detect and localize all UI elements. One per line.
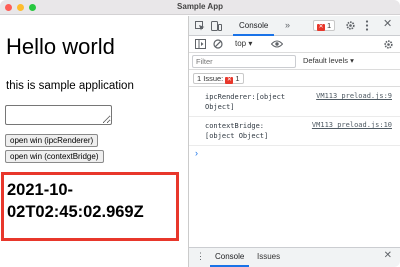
console-message: ipcRenderer:[object Object] VM113 preloa… — [189, 90, 400, 117]
filter-input[interactable] — [192, 55, 296, 68]
eye-icon[interactable] — [271, 40, 283, 48]
gear-icon[interactable] — [345, 20, 356, 31]
drawer-tab-issues[interactable]: Issues — [252, 248, 285, 267]
text-input[interactable] — [5, 105, 112, 125]
issues-row: 1 Issue: ✕ 1 — [189, 70, 400, 87]
console-message: contextBridge:[object Object] VM113 prel… — [189, 119, 400, 146]
inspect-icon[interactable] — [195, 21, 205, 31]
date-output-text: 2021-10-02T02:45:02.969Z — [7, 181, 144, 221]
app-window: Sample App Hello world this is sample ap… — [0, 0, 400, 267]
issue-error-icon: ✕ — [225, 77, 234, 84]
page-heading: Hello world — [6, 34, 115, 59]
date-output-box: 2021-10-02T02:45:02.969Z — [1, 172, 179, 241]
page-description: this is sample application — [6, 80, 134, 92]
devtools-tab-bar: Console » ✕ 1 ✕ — [189, 16, 400, 36]
window-title: Sample App — [177, 2, 223, 11]
console-toolbar: top ▾ — [189, 36, 400, 53]
more-tabs-button[interactable]: » — [285, 20, 290, 30]
kebab-menu-icon[interactable] — [365, 20, 369, 31]
error-count-badge[interactable]: ✕ 1 — [313, 20, 336, 31]
console-message-source-link[interactable]: VM113 preload.js:10 — [312, 121, 392, 129]
devtools-panel: Console » ✕ 1 ✕ top ▾ Filter Default lev… — [189, 16, 400, 267]
title-bar: Sample App — [0, 0, 400, 15]
log-levels-dropdown[interactable]: Default levels ▾ — [303, 56, 354, 65]
open-win-ipc-button[interactable]: open win (ipcRenderer) — [5, 134, 99, 147]
console-message-text: ipcRenderer:[object Object] — [205, 93, 290, 111]
issues-badge-label: 1 Issue: — [197, 74, 224, 83]
error-icon: ✕ — [317, 24, 325, 31]
tab-console[interactable]: Console — [233, 16, 275, 36]
drawer-menu-icon[interactable]: ⋮ — [196, 251, 205, 262]
filter-row: Default levels ▾ — [189, 53, 400, 70]
drawer-close-icon[interactable]: ✕ — [384, 250, 392, 261]
console-message-source-link[interactable]: VM113 preload.js:9 — [316, 92, 392, 100]
error-count: 1 — [327, 21, 332, 30]
clear-console-icon[interactable] — [213, 39, 223, 49]
console-prompt[interactable]: › — [195, 148, 198, 158]
context-selector[interactable]: top ▾ — [235, 39, 252, 48]
devtools-drawer: ⋮ Console Issues ✕ — [189, 247, 400, 267]
close-icon[interactable]: ✕ — [383, 19, 392, 30]
drawer-tab-console[interactable]: Console — [210, 248, 250, 267]
open-win-bridge-button[interactable]: open win (contextBridge) — [5, 150, 104, 163]
app-content: Hello world this is sample application o… — [0, 16, 188, 267]
console-message-text: contextBridge:[object Object] — [205, 122, 269, 140]
issues-badge[interactable]: 1 Issue: ✕ 1 — [193, 73, 244, 84]
settings-icon[interactable] — [383, 39, 394, 50]
issues-count: 1 — [235, 74, 240, 83]
sidebar-icon[interactable] — [195, 39, 206, 49]
device-toggle-icon[interactable] — [211, 21, 222, 31]
